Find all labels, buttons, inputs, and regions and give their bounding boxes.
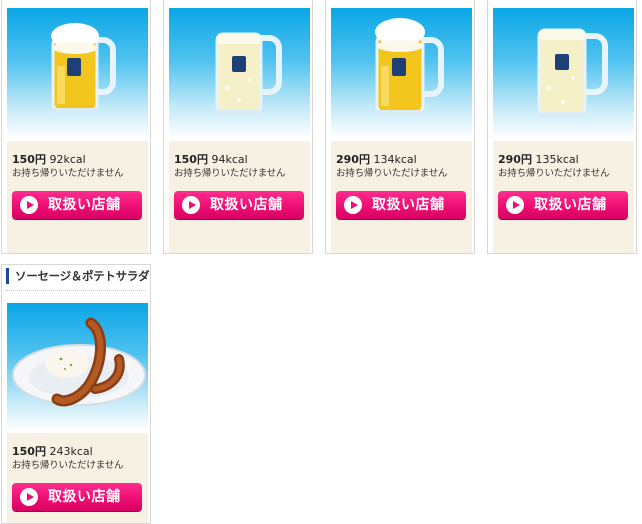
product-info: 290円 134kcal お持ち帰りいただけません 取扱い店舗 — [331, 141, 472, 253]
highball-mug-icon — [537, 28, 608, 118]
product-card-highball-small: 150円 94kcal お持ち帰りいただけません 取扱い店舗 — [163, 0, 313, 254]
takeout-note: お持ち帰りいただけません — [12, 168, 124, 179]
highball-mug-icon — [215, 32, 282, 116]
product-image — [169, 8, 310, 138]
play-arrow-icon — [20, 196, 38, 214]
product-heading: ソーセージ＆ポテトサラダ — [6, 268, 150, 284]
beer-mug-icon — [375, 18, 444, 116]
sausage-potato-plate-icon — [12, 317, 146, 407]
product-info: 150円 94kcal お持ち帰りいただけません 取扱い店舗 — [169, 141, 310, 253]
play-arrow-icon — [20, 488, 38, 506]
store-locator-button[interactable]: 取扱い店舗 — [336, 191, 466, 219]
product-image — [331, 8, 472, 138]
product-image — [493, 8, 634, 138]
store-locator-button[interactable]: 取扱い店舗 — [12, 191, 142, 219]
product-info: 150円 92kcal お持ち帰りいただけません 取扱い店舗 — [7, 141, 148, 253]
product-card-beer-small: 150円 92kcal お持ち帰りいただけません 取扱い店舗 — [1, 0, 151, 254]
product-card-sausage-potato: ソーセージ＆ポテトサラダ 150円 243kcal お持ち帰りいただけません 取… — [1, 264, 151, 524]
play-arrow-icon — [182, 196, 200, 214]
takeout-note: お持ち帰りいただけません — [174, 168, 286, 179]
takeout-note: お持ち帰りいただけません — [498, 168, 610, 179]
divider — [6, 290, 146, 291]
play-arrow-icon — [344, 196, 362, 214]
price-label: 150円 94kcal — [174, 153, 248, 166]
store-locator-button[interactable]: 取扱い店舗 — [498, 191, 628, 219]
price-label: 150円 92kcal — [12, 153, 86, 166]
beer-mug-icon — [51, 23, 116, 114]
product-card-highball-large: 290円 135kcal お持ち帰りいただけません 取扱い店舗 — [487, 0, 637, 254]
price-label: 290円 135kcal — [498, 153, 579, 166]
store-locator-button[interactable]: 取扱い店舗 — [12, 483, 142, 511]
product-card-beer-large: 290円 134kcal お持ち帰りいただけません 取扱い店舗 — [325, 0, 475, 254]
play-arrow-icon — [506, 196, 524, 214]
takeout-note: お持ち帰りいただけません — [336, 168, 448, 179]
store-locator-button[interactable]: 取扱い店舗 — [174, 191, 304, 219]
product-info: 150円 243kcal お持ち帰りいただけません 取扱い店舗 — [7, 433, 148, 523]
product-image — [7, 303, 148, 431]
price-label: 290円 134kcal — [336, 153, 417, 166]
price-label: 150円 243kcal — [12, 445, 93, 458]
product-info: 290円 135kcal お持ち帰りいただけません 取扱い店舗 — [493, 141, 634, 253]
product-image — [7, 8, 148, 138]
takeout-note: お持ち帰りいただけません — [12, 460, 124, 471]
